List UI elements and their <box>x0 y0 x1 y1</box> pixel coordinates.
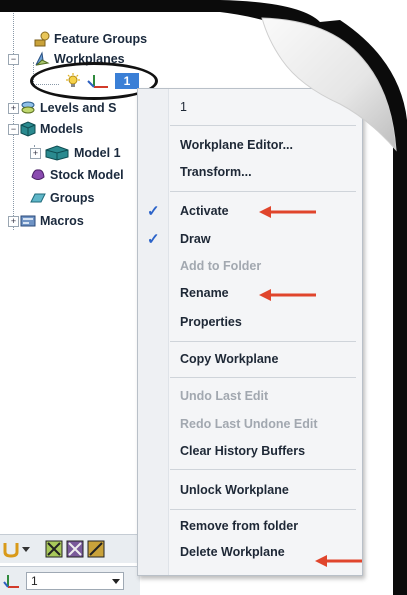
tree-item-macros[interactable]: Macros <box>20 212 84 230</box>
menu-separator <box>170 469 356 470</box>
menu-separator <box>170 509 356 510</box>
workplane-combo[interactable]: 1 <box>26 572 124 590</box>
tree-item-model-1[interactable]: Model 1 <box>44 144 121 162</box>
checkmark-icon: ✓ <box>147 203 160 220</box>
tree-item-label: Feature Groups <box>54 32 148 46</box>
checkmark-icon: ✓ <box>147 231 160 248</box>
menu-header: 1 <box>180 100 187 114</box>
tree-item-label: Models <box>40 122 84 136</box>
workplanes-icon <box>34 51 50 67</box>
tree-item-label: Stock Model <box>50 168 124 182</box>
annotation-arrow-activate <box>258 205 318 219</box>
context-menu: 1 Workplane Editor... Transform... ✓ Act… <box>137 88 363 576</box>
toolbar-workplane-actions <box>0 534 140 563</box>
screenshot-page: Feature Groups − Workplanes 1 + Levels a… <box>0 0 407 595</box>
tree-item-models[interactable]: Models <box>20 120 83 138</box>
menu-separator <box>170 191 356 192</box>
workplane-axes-icon <box>3 572 21 590</box>
toolbar-workplane-select: 1 <box>0 566 140 595</box>
menu-item-rename[interactable]: Rename <box>138 282 362 304</box>
tree-item-groups[interactable]: Groups <box>30 189 94 207</box>
import-icon[interactable] <box>2 540 20 558</box>
menu-item-remove-from-folder[interactable]: Remove from folder <box>138 515 362 537</box>
expand-levels-icon[interactable]: + <box>8 103 19 114</box>
menu-separator <box>170 341 356 342</box>
menu-item-unlock-workplane[interactable]: Unlock Workplane <box>138 479 362 501</box>
annotation-arrow-rename <box>258 288 318 302</box>
menu-item-transform[interactable]: Transform... <box>138 161 362 183</box>
tree-item-label: Macros <box>40 214 84 228</box>
workplane-combo-value: 1 <box>31 574 38 588</box>
menu-item-undo-last-edit[interactable]: Undo Last Edit <box>138 385 362 407</box>
tree-connector <box>13 0 14 230</box>
models-icon <box>20 121 36 137</box>
menu-separator <box>170 125 356 126</box>
tree-item-stock-model[interactable]: Stock Model <box>30 166 124 184</box>
menu-item-draw[interactable]: ✓ Draw <box>138 228 362 250</box>
expand-model-1-icon[interactable]: + <box>30 148 41 159</box>
collapse-models-icon[interactable]: − <box>8 124 19 135</box>
expand-macros-icon[interactable]: + <box>8 216 19 227</box>
groups-icon <box>30 190 46 206</box>
tree-item-feature-groups[interactable]: Feature Groups <box>34 30 147 48</box>
tree-item-label: Levels and S <box>40 101 117 115</box>
menu-item-add-to-folder[interactable]: Add to Folder <box>138 255 362 277</box>
chevron-down-icon <box>112 579 120 584</box>
menu-separator <box>170 377 356 378</box>
collapse-workplanes-icon[interactable]: − <box>8 54 19 65</box>
feature-groups-icon <box>34 31 50 47</box>
levels-icon <box>20 100 36 116</box>
annotation-arrow-delete <box>314 554 364 568</box>
stock-model-icon <box>30 167 46 183</box>
tree-item-label: Groups <box>50 191 95 205</box>
model-1-icon <box>44 145 70 161</box>
workplane-grid-icon[interactable] <box>66 540 84 558</box>
macros-icon <box>20 213 36 229</box>
workplane-block-icon[interactable] <box>87 540 105 558</box>
dropdown-arrow-icon[interactable] <box>22 547 30 552</box>
menu-item-activate[interactable]: ✓ Activate <box>138 200 362 222</box>
menu-item-workplane-editor[interactable]: Workplane Editor... <box>138 134 362 156</box>
workplane-align-icon[interactable] <box>45 540 63 558</box>
menu-item-properties[interactable]: Properties <box>138 311 362 333</box>
menu-item-redo-last-undone-edit[interactable]: Redo Last Undone Edit <box>138 413 362 435</box>
menu-item-copy-workplane[interactable]: Copy Workplane <box>138 348 362 370</box>
tree-item-levels-and-sets[interactable]: Levels and S <box>20 99 116 117</box>
menu-item-clear-history-buffers[interactable]: Clear History Buffers <box>138 440 362 462</box>
tree-item-label: Model 1 <box>74 146 121 160</box>
